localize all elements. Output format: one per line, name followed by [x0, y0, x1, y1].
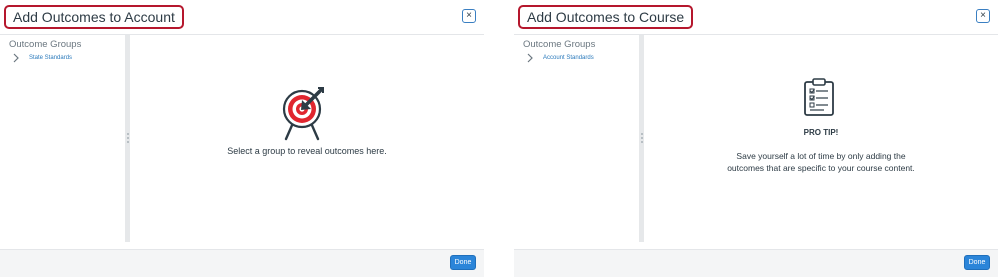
sidebar-heading: Outcome Groups [523, 39, 596, 50]
dialog-footer: Done [0, 249, 484, 277]
chevron-right-icon [13, 53, 19, 63]
sidebar-item-state-standards[interactable]: State Standards [12, 53, 72, 63]
done-button[interactable]: Done [450, 255, 476, 270]
pro-tip-title: PRO TIP! [803, 128, 839, 137]
sidebar-item-account-standards[interactable]: Account Standards [526, 53, 594, 63]
sidebar-item-label[interactable]: State Standards [29, 55, 72, 61]
clipboard-checklist-icon [804, 78, 834, 116]
dialog-title: Add Outcomes to Course [518, 5, 694, 29]
chevron-right-icon [527, 53, 533, 63]
add-outcomes-account-dialog: Add Outcomes to Account × Outcome Groups… [0, 0, 484, 277]
outcomes-content-pane: Select a group to reveal outcomes here. [130, 35, 484, 242]
empty-state-message: Select a group to reveal outcomes here. [227, 146, 387, 156]
done-button[interactable]: Done [964, 255, 990, 270]
close-icon: × [980, 10, 986, 21]
outcome-groups-sidebar: Outcome Groups State Standards [0, 35, 125, 242]
add-outcomes-course-dialog: Add Outcomes to Course × Outcome Groups … [514, 0, 998, 277]
dialog-header: Add Outcomes to Course × [514, 0, 998, 35]
dialog-title: Add Outcomes to Account [4, 5, 184, 29]
pro-tip-line: Save yourself a lot of time by only addi… [736, 151, 906, 161]
pro-tip-line: outcomes that are specific to your cours… [727, 163, 915, 173]
target-arrow-icon [282, 87, 324, 141]
dialog-footer: Done [514, 249, 998, 277]
drag-handle-icon[interactable] [640, 133, 643, 143]
outcomes-content-pane: PRO TIP! Save yourself a lot of time by … [644, 35, 998, 242]
sidebar-heading: Outcome Groups [9, 39, 82, 50]
close-button[interactable]: × [462, 9, 476, 23]
sidebar-item-label[interactable]: Account Standards [543, 55, 594, 61]
close-icon: × [466, 10, 472, 21]
dialog-header: Add Outcomes to Account × [0, 0, 484, 35]
pro-tip-body: Save yourself a lot of time by only addi… [644, 150, 998, 174]
outcome-groups-sidebar: Outcome Groups Account Standards [514, 35, 639, 242]
close-button[interactable]: × [976, 9, 990, 23]
drag-handle-icon[interactable] [126, 133, 129, 143]
